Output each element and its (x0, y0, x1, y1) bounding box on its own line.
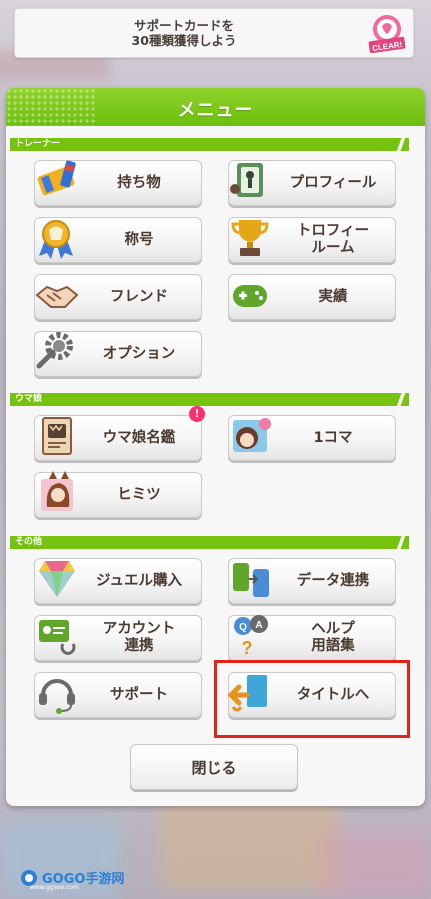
data-link-icon (233, 563, 269, 597)
option-button[interactable]: オプション (34, 331, 202, 377)
inventory-label: 持ち物 (117, 174, 161, 191)
achievement-button[interactable]: 実績 (228, 274, 396, 320)
title-button[interactable]: 称号 (34, 217, 202, 263)
gamepad-icon (233, 285, 267, 307)
achievement-label: 実績 (318, 288, 348, 305)
one-panel-label: 1コマ (313, 429, 353, 446)
headset-icon (39, 679, 75, 714)
character-portrait-icon (233, 418, 271, 452)
svg-text:Q: Q (239, 622, 247, 633)
trophy-room-label: トロフィー ルーム (296, 223, 370, 256)
encyclopedia-button[interactable]: ウマ娘名鑑 ! (34, 406, 205, 461)
profile-button[interactable]: プロフィール (228, 160, 396, 206)
menu-title: メニュー (177, 100, 254, 121)
account-link-icon (39, 620, 76, 655)
inventory-button[interactable]: 持ち物 (34, 160, 202, 206)
help-icon: Q A ? (234, 615, 268, 658)
section-header-umamusume: ウマ娘 (10, 393, 409, 406)
handshake-icon (35, 285, 79, 308)
help-button[interactable]: Q A ? ヘルプ 用語集 (228, 615, 396, 661)
trophy-icon (231, 220, 269, 256)
help-label: ヘルプ 用語集 (311, 621, 355, 654)
menu-header: メニュー (6, 88, 425, 126)
background-decoration (320, 830, 431, 899)
support-button[interactable]: サポート (34, 672, 202, 718)
gear-icon (36, 332, 73, 369)
section-label-other: その他 (15, 537, 43, 547)
account-link-button[interactable]: アカウント 連携 (34, 615, 202, 661)
profile-label: プロフィール (289, 174, 377, 191)
section-label-umamusume: ウマ娘 (15, 394, 43, 404)
secret-card-icon (41, 471, 73, 511)
data-link-label: データ連携 (296, 572, 370, 589)
encyclopedia-icon (42, 417, 72, 455)
jewel-icon (39, 561, 75, 597)
title-medal-icon (39, 220, 73, 259)
option-label: オプション (102, 345, 176, 362)
highlight-box (214, 660, 410, 738)
svg-text:A: A (255, 620, 262, 631)
mission-text: サポートカードを 30種類獲得しよう (15, 18, 353, 48)
clear-badge-icon: CLEAR! (368, 15, 406, 53)
close-button[interactable]: 閉じる (130, 744, 298, 790)
watermark-url: www.ggsoo.com (30, 884, 79, 891)
notification-badge: ! (189, 406, 205, 422)
support-label: サポート (110, 686, 168, 703)
friend-button[interactable]: フレンド (34, 274, 202, 320)
jewel-purchase-label: ジュエル購入 (96, 572, 182, 589)
friend-label: フレンド (110, 288, 168, 305)
inventory-icon (37, 160, 76, 196)
mission-line-2: 30種類獲得しよう (131, 33, 237, 48)
account-link-label: アカウント 連携 (102, 621, 176, 654)
section-header-other: その他 (10, 536, 409, 549)
title-label: 称号 (124, 231, 154, 248)
section-header-trainer: トレーナー (10, 138, 409, 151)
jewel-purchase-button[interactable]: ジュエル購入 (34, 558, 202, 604)
encyclopedia-label: ウマ娘名鑑 (102, 429, 176, 446)
secret-button[interactable]: ヒミツ (34, 471, 202, 518)
svg-text:?: ? (242, 638, 253, 658)
one-panel-button[interactable]: 1コマ (228, 415, 396, 461)
profile-icon (230, 163, 263, 197)
mission-banner[interactable]: サポートカードを 30種類獲得しよう CLEAR! (14, 8, 414, 58)
trophy-room-button[interactable]: トロフィー ルーム (228, 217, 396, 263)
mission-line-1: サポートカードを (133, 18, 234, 33)
secret-label: ヒミツ (117, 486, 161, 503)
background-decoration (160, 800, 340, 890)
data-link-button[interactable]: データ連携 (228, 558, 396, 604)
section-label-trainer: トレーナー (15, 139, 61, 149)
